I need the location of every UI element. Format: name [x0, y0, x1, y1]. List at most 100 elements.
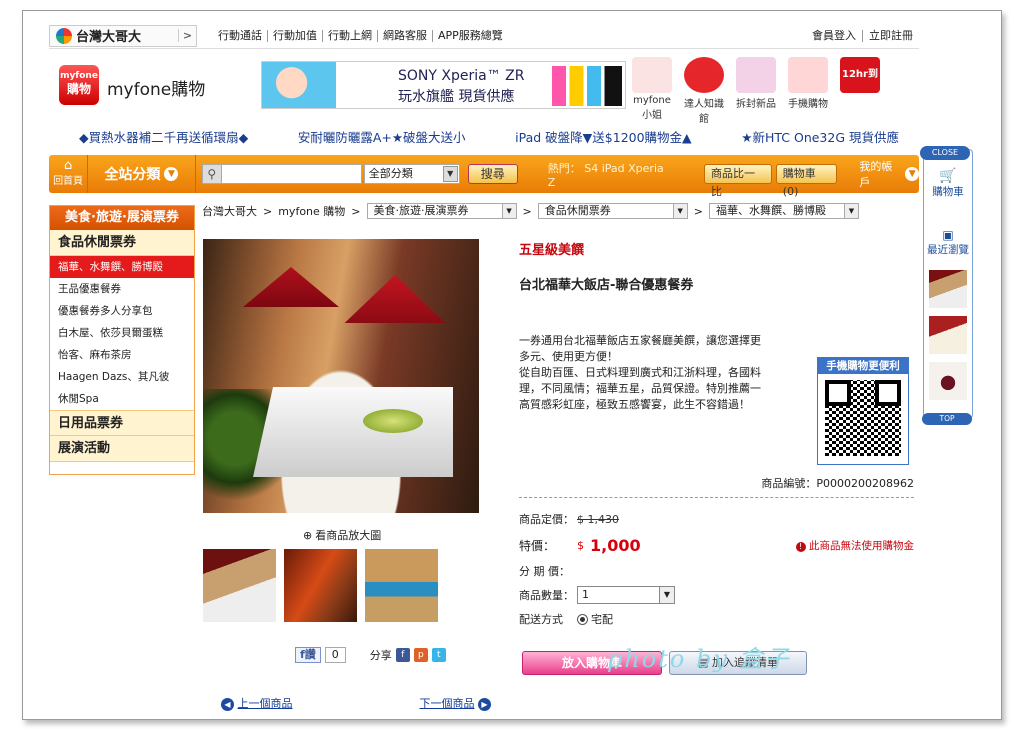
category-select-value: 全部分類 — [368, 167, 413, 180]
panel-cart-link[interactable]: 🛒 購物車 — [924, 168, 972, 199]
previous-product-link[interactable]: ◀ 上一個商品 — [221, 695, 293, 711]
promo-marquee: ◆買熱水器補二千再送循環扇◆ 安耐曬防曬露A+★破盤大送小 iPad 破盤降▼送… — [49, 127, 929, 145]
top-bar: 台灣大哥大 > 行動通話 行動加值 行動上網 網路客服 APP服務總覽 會員登入… — [49, 23, 919, 49]
all-categories-button[interactable]: 全站分類 ▼ — [88, 155, 196, 193]
marquee-item[interactable]: ★新HTC One32G 現貨供應 — [741, 127, 899, 145]
chevron-right-icon[interactable]: > — [178, 29, 196, 42]
breadcrumb-home[interactable]: 台灣大哥大 — [202, 203, 257, 219]
product-thumbnail[interactable] — [284, 549, 357, 622]
compare-button[interactable]: 商品比一比 — [704, 164, 772, 198]
brand-switcher[interactable]: 台灣大哥大 > — [49, 24, 197, 47]
baby-swimming-image — [262, 62, 336, 108]
promo-mobile[interactable]: 手機購物 — [785, 57, 831, 111]
recent-view-icon: ▣ — [942, 228, 954, 242]
promo-12hr[interactable]: 12hr到貨 — [837, 57, 883, 116]
marquee-item[interactable]: iPad 破盤降▼送$1200購物金▲ — [515, 127, 692, 145]
quantity-value: 1 — [582, 588, 589, 601]
promo-expert[interactable]: 達人知識館 — [681, 57, 727, 125]
search-input[interactable] — [221, 164, 362, 184]
sidebar-item-spa[interactable]: 休閒Spa — [50, 388, 194, 410]
sidebar-item-haagen-dazs[interactable]: Haagen Dazs、其凡彼 — [50, 366, 194, 388]
product-description: 一券通用台北福華飯店五家餐廳美饌，讓您選擇更多元、使用更方便！ 從自助百匯、日式… — [519, 334, 761, 411]
marquee-item[interactable]: 安耐曬防曬露A+★破盤大送小 — [298, 127, 466, 145]
breadcrumb-separator: > — [522, 204, 532, 218]
sidebar-item-share-pack[interactable]: 優惠餐券多人分享包 — [50, 300, 194, 322]
top-link-support[interactable]: 網路客服 — [378, 29, 433, 42]
breadcrumb-separator: > — [351, 204, 361, 218]
quantity-row: 商品數量： 1 ▼ — [519, 583, 914, 607]
cart-button[interactable]: 購物車(0) — [775, 164, 838, 198]
product-thumbnail[interactable] — [203, 549, 276, 622]
register-link[interactable]: 立即註冊 — [863, 29, 919, 42]
twitter-share-icon[interactable]: t — [431, 648, 446, 662]
panel-cart-label: 購物車 — [932, 186, 964, 198]
login-link[interactable]: 會員登入 — [806, 29, 863, 42]
site-title[interactable]: myfone購物 — [107, 75, 205, 100]
recent-item-thumbnail[interactable] — [929, 362, 967, 400]
social-bar: f讚 0 分享 f p t — [295, 647, 446, 663]
product-name: 台北福華大飯店-聯合優惠餐券 — [519, 278, 694, 293]
search-category-select[interactable]: 全部分類 ▼ — [363, 164, 460, 184]
arrow-right-icon: ▶ — [478, 698, 491, 711]
photo-watermark: photo by 盒子 — [607, 645, 791, 673]
sidebar-item-wangpin[interactable]: 王品優惠餐券 — [50, 278, 194, 300]
home-button[interactable]: ⌂ 回首頁 — [49, 155, 89, 193]
facebook-share-icon[interactable]: f — [395, 648, 410, 662]
hot-keywords[interactable]: 熱門： S4 iPad Xperia Z — [548, 160, 672, 189]
search-button[interactable]: 搜尋 — [467, 164, 518, 184]
top-link-value-added[interactable]: 行動加值 — [268, 29, 323, 42]
logo-row: myfone 購物 myfone購物 SONY Xperia™ ZR 玩水旗艦 … — [49, 55, 929, 125]
installment-label: 分 期 價： — [519, 565, 570, 578]
promo-myfone-lady[interactable]: myfone小姐 — [629, 57, 675, 121]
floating-side-panel: CLOSE 🛒 購物車 ▣ 最近瀏覽 TOP — [920, 146, 973, 425]
facebook-like-button[interactable]: f讚 — [295, 647, 321, 663]
breadcrumb-shop[interactable]: myfone 購物 — [278, 203, 345, 219]
next-product-link[interactable]: 下一個商品 ▶ — [420, 695, 491, 711]
previous-product-label: 上一個商品 — [237, 697, 293, 710]
dropdown-arrow-icon: ▼ — [442, 166, 458, 182]
back-to-top-button[interactable]: TOP — [922, 413, 972, 425]
recent-item-thumbnail[interactable] — [929, 270, 967, 308]
breadcrumb-select-level3[interactable]: 福華、水舞饌、勝博殿 ▼ — [708, 203, 859, 219]
panel-recent-label: 最近瀏覽 — [927, 244, 969, 256]
shipping-row: 配送方式 宅配 — [519, 607, 914, 631]
product-main-image[interactable] — [203, 239, 479, 513]
quantity-select[interactable]: 1 ▼ — [577, 586, 675, 604]
recent-item-thumbnail[interactable] — [929, 316, 967, 354]
like-count: 0 — [324, 647, 346, 663]
sidebar-category-food[interactable]: 食品休閒票券 — [50, 230, 194, 256]
chevron-down-icon: ▼ — [905, 167, 919, 181]
promo-unboxed[interactable]: 拆封新品 — [733, 57, 779, 111]
promo-banner[interactable]: SONY Xperia™ ZR 玩水旗艦 現貨供應 — [261, 61, 626, 109]
shipping-radio[interactable] — [577, 613, 588, 625]
breadcrumb-select-level2[interactable]: 食品休閒票券 ▼ — [537, 203, 688, 219]
top-link-mobile-internet[interactable]: 行動上網 — [323, 29, 378, 42]
product-info: 五星級美饌 台北福華大飯店-聯合優惠餐券 一券通用台北福華飯店五家餐廳美饌，讓您… — [519, 239, 914, 626]
breadcrumb: 台灣大哥大 > myfone 購物 > 美食·旅遊·展演票券 ▼ > 食品休閒票… — [202, 203, 859, 219]
marquee-item[interactable]: ◆買熱水器補二千再送循環扇◆ — [79, 127, 248, 145]
dropdown-arrow-icon: ▼ — [843, 204, 858, 218]
top-link-apps[interactable]: APP服務總覽 — [433, 29, 508, 42]
sidebar-item-howard[interactable]: 福華、水舞饌、勝博殿 — [50, 256, 194, 278]
breadcrumb-select-level1[interactable]: 美食·旅遊·展演票券 ▼ — [366, 203, 517, 219]
shipping-value: 宅配 — [591, 613, 613, 626]
myfone-logo-icon[interactable]: myfone 購物 — [59, 65, 99, 105]
zoom-link[interactable]: ⊕ 看商品放大圖 — [303, 527, 381, 543]
brand-name: 台灣大哥大 — [76, 30, 142, 45]
sidebar-item-cake[interactable]: 白木屋、依莎貝爾蛋糕 — [50, 322, 194, 344]
sidebar-category-daily[interactable]: 日用品票券 — [50, 410, 194, 436]
top-links: 行動通話 行動加值 行動上網 網路客服 APP服務總覽 — [213, 29, 508, 42]
plurk-share-icon[interactable]: p — [413, 648, 428, 662]
breadcrumb-level2-value: 食品休閒票券 — [544, 204, 611, 217]
my-account-menu[interactable]: 我的帳戶 ▼ — [859, 158, 919, 190]
product-thumbnail[interactable] — [365, 549, 438, 622]
search-icon: ⚲ — [201, 164, 222, 184]
sidebar-header[interactable]: 美食·旅遊·展演票券 — [50, 206, 194, 230]
top-link-voice[interactable]: 行動通話 — [213, 29, 268, 42]
panel-recent-link[interactable]: ▣ 最近瀏覽 — [924, 228, 972, 257]
sidebar-item-tea[interactable]: 怡客、麻布茶房 — [50, 344, 194, 366]
close-panel-button[interactable]: CLOSE — [920, 146, 970, 160]
dropdown-arrow-icon: ▼ — [501, 204, 516, 218]
sidebar-category-events[interactable]: 展演活動 — [50, 436, 194, 462]
sale-price-value: 1,000 — [590, 535, 641, 555]
